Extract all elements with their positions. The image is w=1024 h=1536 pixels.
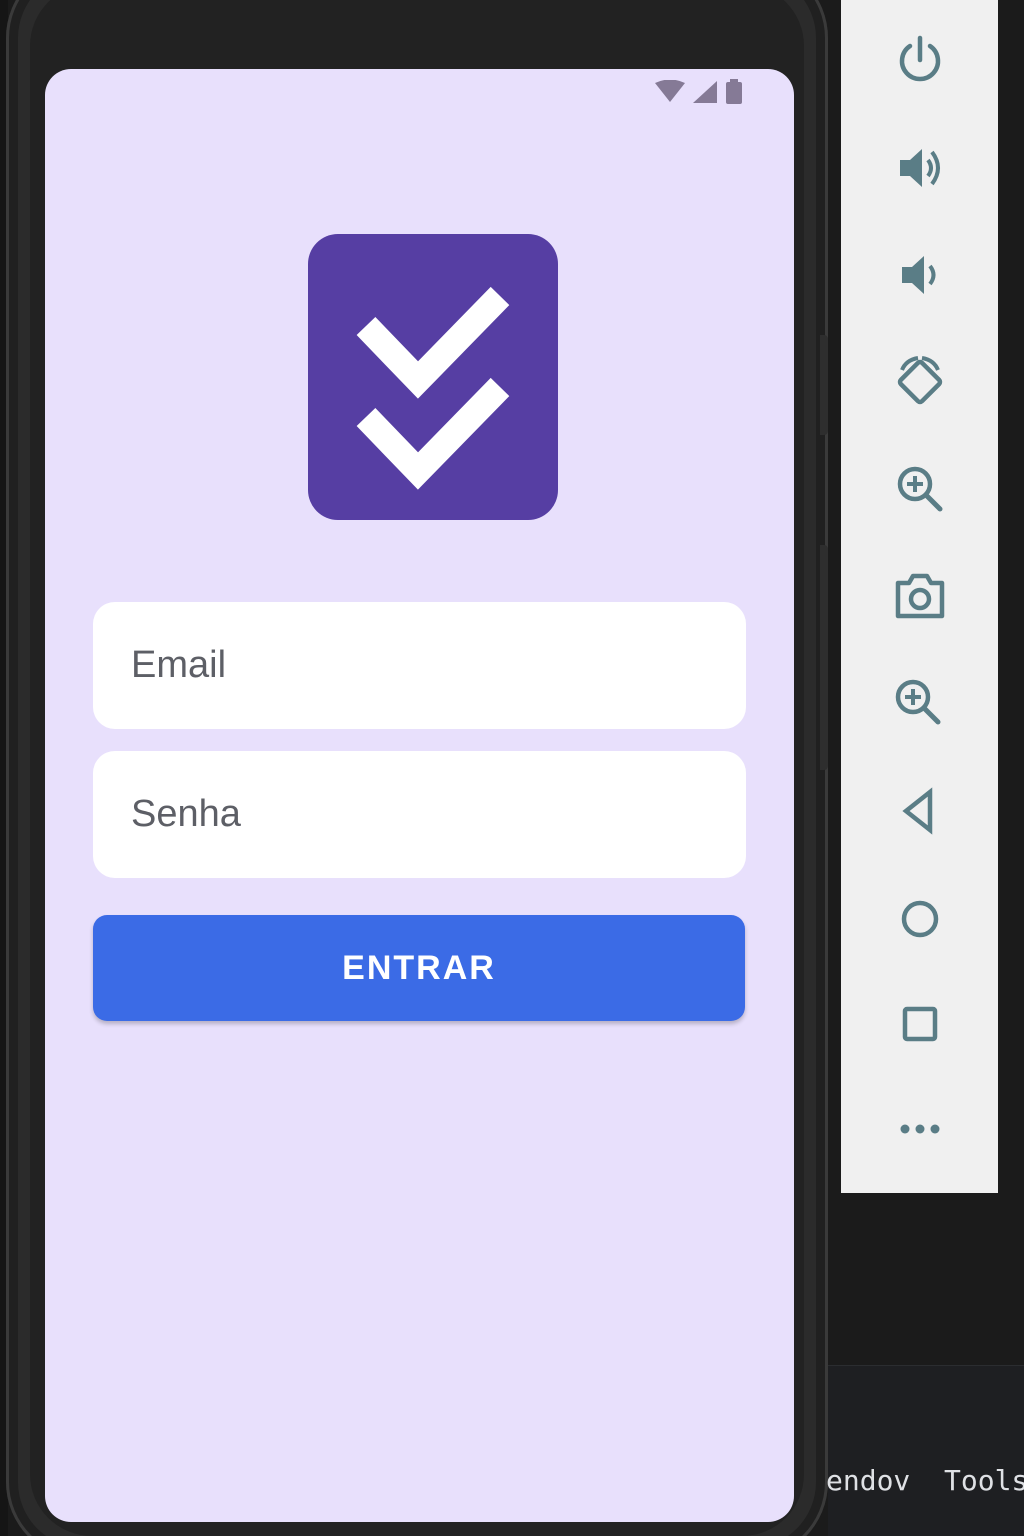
volume-down-button[interactable] [841, 235, 998, 315]
wifi-icon [655, 80, 685, 102]
rotate-icon [897, 356, 942, 405]
zoom-in-button[interactable] [841, 449, 998, 529]
screenshot-button[interactable] [841, 556, 998, 636]
emulator-window: ENTRAR [0, 0, 1024, 1536]
rotate-button[interactable] [841, 342, 998, 422]
home-circle-icon [901, 900, 938, 938]
more-dots-icon [900, 1124, 939, 1134]
password-input[interactable] [131, 793, 746, 836]
back-button[interactable] [841, 771, 998, 851]
home-button[interactable] [841, 879, 998, 959]
login-button-label: ENTRAR [342, 948, 496, 987]
login-button[interactable]: ENTRAR [93, 915, 745, 1021]
password-field[interactable] [93, 751, 746, 878]
battery-icon [726, 79, 742, 104]
cellular-signal-icon [693, 81, 717, 103]
email-field[interactable] [93, 602, 746, 729]
emulator-toolbar [841, 0, 998, 1193]
app-logo [308, 234, 558, 520]
device-screen: ENTRAR [45, 69, 794, 1522]
zoom-in-icon [895, 679, 940, 725]
back-triangle-icon [901, 787, 932, 835]
device-volume-key [820, 545, 828, 770]
ide-bottom-panel [828, 1365, 1024, 1536]
zoom-in-icon [897, 466, 942, 512]
power-button[interactable] [841, 20, 998, 100]
overview-square-icon [902, 1006, 937, 1042]
camera-icon [895, 573, 944, 619]
overview-button[interactable] [841, 984, 998, 1064]
volume-down-icon [901, 256, 935, 294]
double-check-icon [356, 286, 510, 490]
ide-tool-window-label[interactable]: endov Tools [826, 1464, 1024, 1497]
volume-up-button[interactable] [841, 128, 998, 208]
device-power-key [820, 335, 828, 435]
power-icon [899, 35, 940, 82]
zoom-button[interactable] [841, 664, 998, 744]
more-button[interactable] [841, 1089, 998, 1169]
email-input[interactable] [131, 644, 746, 687]
volume-up-icon [899, 149, 940, 187]
status-bar [654, 79, 744, 105]
